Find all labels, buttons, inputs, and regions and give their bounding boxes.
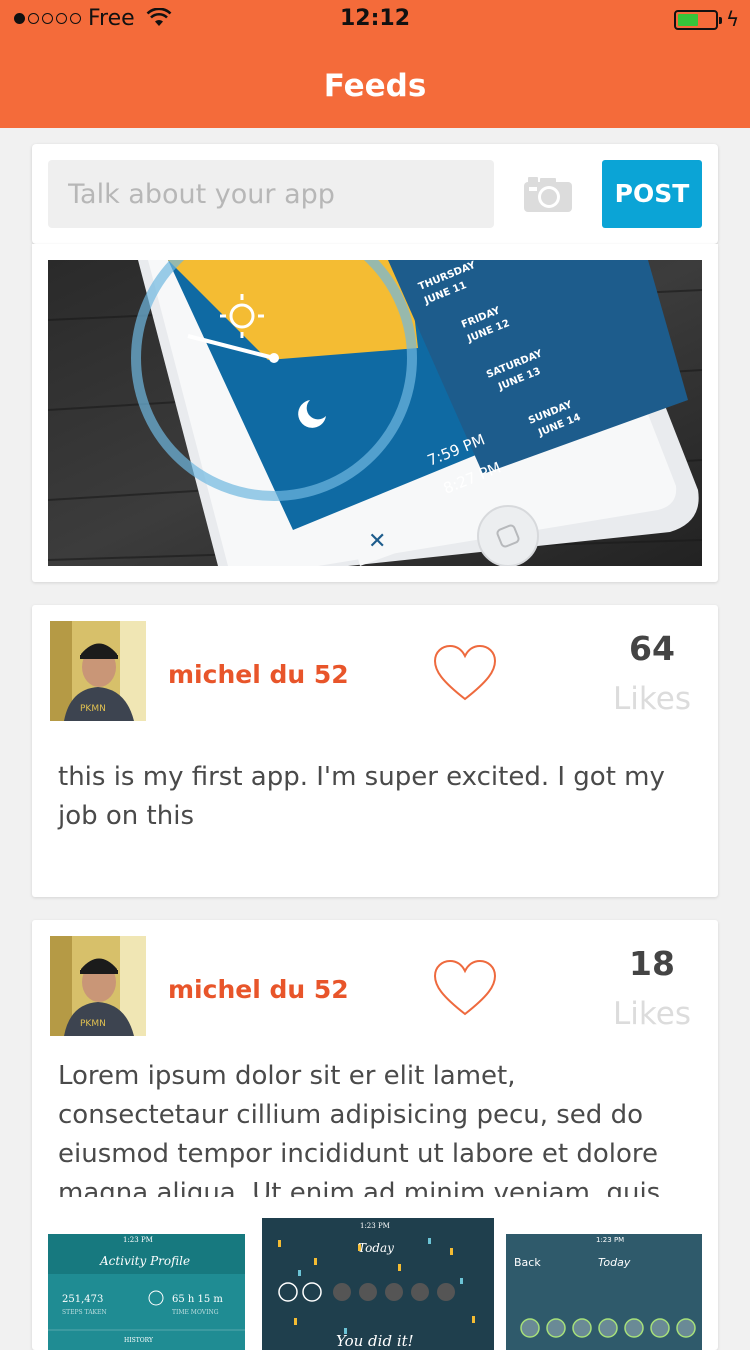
thumb-back: Back [514, 1256, 541, 1269]
post-screenshots[interactable]: 1:23 PM Activity Profile 251,473 STEPS T… [48, 1218, 702, 1350]
feed-post: PKMN michel du 52 64 Likes this is my fi… [32, 605, 718, 897]
charging-icon: ϟ [726, 7, 740, 31]
post-author[interactable]: michel du 52 [168, 972, 349, 1008]
thumb-stat: 65 h 15 m [172, 1294, 223, 1305]
heart-icon[interactable] [432, 643, 498, 703]
avatar[interactable]: PKMN [50, 621, 146, 721]
thumb-title: Today [598, 1256, 631, 1269]
page-title: Feeds [323, 68, 427, 104]
screenshot-thumbnail[interactable]: 1:23 PM Back Today [506, 1234, 702, 1350]
post-author[interactable]: michel du 52 [168, 657, 349, 693]
thumb-caption: You did it! [336, 1332, 414, 1350]
likes-label: Likes [613, 681, 691, 717]
thumb-stat: 251,473 [62, 1294, 103, 1305]
status-bar: Free 12:12 ϟ [0, 0, 750, 40]
svg-text:PKMN: PKMN [80, 1019, 106, 1029]
thumb-stat-label: TIME MOVING [172, 1309, 219, 1316]
thumb-time: 1:23 PM [360, 1222, 390, 1230]
status-time: 12:12 [339, 6, 411, 31]
battery-icon [674, 10, 722, 30]
likes-label: Likes [613, 996, 691, 1032]
thumb-time: 1:23 PM [596, 1236, 624, 1244]
feed-image-card: THURSDAY JUNE 11 FRIDAY JUNE 12 SATURDAY… [32, 244, 718, 582]
post-text: Lorem ipsum dolor sit er elit lamet, con… [58, 1061, 661, 1197]
post-image[interactable]: THURSDAY JUNE 11 FRIDAY JUNE 12 SATURDAY… [48, 260, 702, 566]
thumb-title: Activity Profile [99, 1254, 190, 1268]
thumb-footer: HISTORY [124, 1337, 154, 1344]
thumb-time: 1:23 PM [123, 1236, 153, 1244]
like-count: 64 [629, 629, 675, 668]
post-button[interactable]: POST [602, 160, 702, 228]
svg-text:PKMN: PKMN [80, 704, 106, 714]
svg-text:✕: ✕ [368, 529, 386, 554]
app-header: Free 12:12 ϟ Feeds [0, 0, 750, 128]
screenshot-thumbnail[interactable]: 1:23 PM Today You did it! [262, 1218, 494, 1350]
thumb-stat-label: STEPS TAKEN [62, 1309, 107, 1316]
post-composer: POST [32, 144, 718, 244]
thumb-title: Today [358, 1241, 394, 1255]
post-text: this is my first app. I'm super excited.… [58, 762, 665, 831]
avatar[interactable]: PKMN [50, 936, 146, 1036]
like-count: 18 [629, 944, 675, 983]
post-input[interactable] [48, 160, 494, 228]
feed-post: PKMN michel du 52 18 Likes Lorem ipsum d… [32, 920, 718, 1350]
screenshot-thumbnail[interactable]: 1:23 PM Activity Profile 251,473 STEPS T… [48, 1234, 245, 1350]
heart-icon[interactable] [432, 958, 498, 1018]
camera-icon[interactable] [522, 174, 574, 214]
